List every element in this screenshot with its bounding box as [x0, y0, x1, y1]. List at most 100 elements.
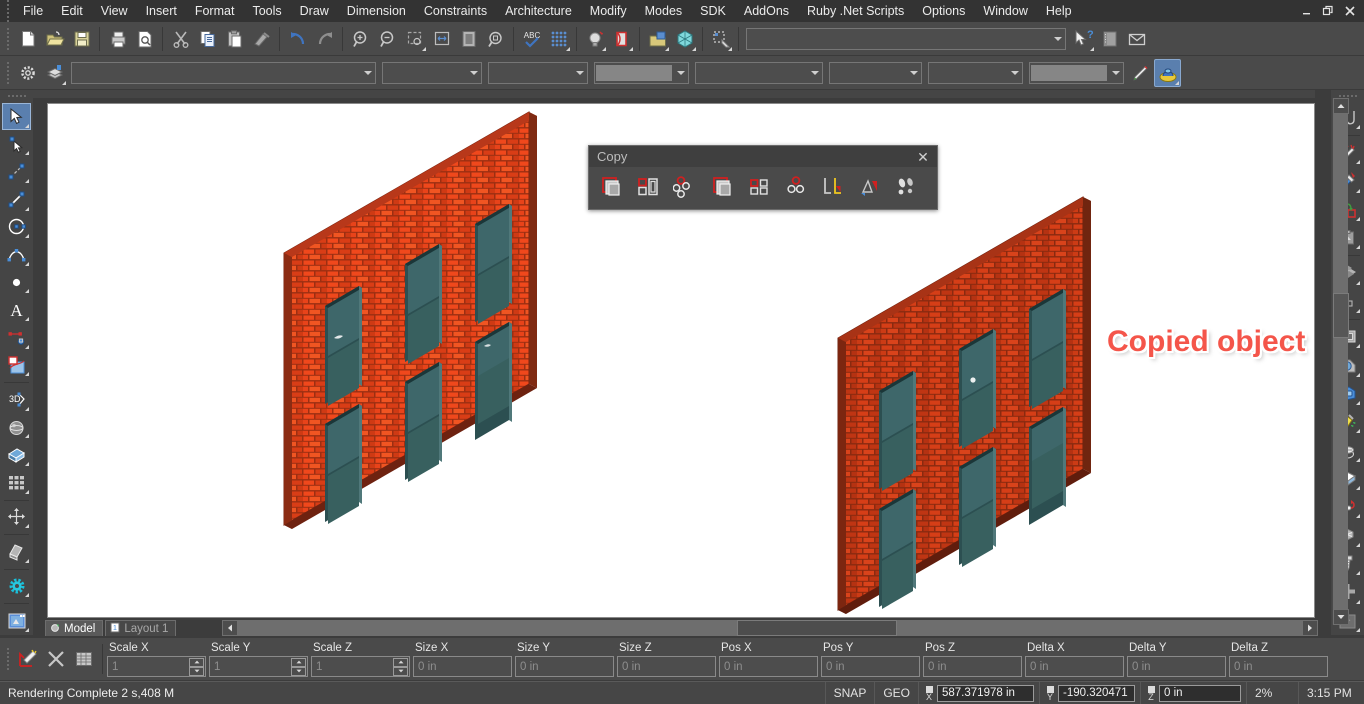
pencil-edit-icon[interactable] — [1127, 59, 1154, 87]
save-disk-icon[interactable] — [68, 25, 95, 53]
spinner-down-icon[interactable] — [393, 666, 408, 676]
text-tool-icon[interactable]: A — [2, 296, 31, 323]
scroll-down-button[interactable] — [1333, 609, 1349, 625]
horizontal-scrollbar[interactable] — [222, 620, 1318, 636]
property-value-scale-x[interactable]: 1 — [108, 661, 189, 673]
close-button[interactable] — [1340, 1, 1360, 21]
menu-item-insert[interactable]: Insert — [137, 0, 186, 22]
color-combo[interactable] — [382, 61, 482, 84]
spinner-down-icon[interactable] — [189, 666, 204, 676]
chevron-down-icon[interactable] — [466, 63, 481, 83]
property-input-size-y[interactable]: 0 in — [515, 656, 614, 677]
vertical-scroll-thumb[interactable] — [1333, 293, 1349, 338]
copy-circular-icon[interactable] — [778, 170, 815, 203]
layer-combo[interactable] — [71, 61, 376, 84]
node-select-icon[interactable] — [2, 131, 31, 158]
spinner-scale-y[interactable] — [291, 657, 306, 676]
menu-item-options[interactable]: Options — [913, 0, 974, 22]
scatter-copy-icon[interactable] — [889, 170, 926, 203]
chevron-down-icon[interactable] — [360, 63, 375, 83]
property-value-delta-x[interactable]: 0 in — [1026, 661, 1123, 673]
layers-icon[interactable] — [644, 25, 671, 53]
property-input-pos-y[interactable]: 0 in — [821, 656, 920, 677]
chevron-down-icon[interactable] — [1007, 63, 1022, 83]
dimstyle-combo[interactable] — [829, 61, 922, 84]
menu-item-addons[interactable]: AddOns — [735, 0, 798, 22]
line-tool-icon[interactable] — [2, 186, 31, 213]
menu-item-ruby-net-scripts[interactable]: Ruby .Net Scripts — [798, 0, 913, 22]
linetype-combo[interactable] — [488, 61, 588, 84]
restore-button[interactable] — [1318, 1, 1338, 21]
move-tool-icon[interactable] — [2, 504, 31, 531]
solid-box-icon[interactable] — [2, 441, 31, 468]
chevron-down-icon[interactable] — [673, 63, 688, 83]
coordinate-z-field[interactable]: Z 0 in — [1140, 681, 1246, 704]
tab-model[interactable]: Model — [45, 620, 104, 636]
palette-grip[interactable] — [5, 92, 28, 101]
pan-icon[interactable] — [482, 25, 509, 53]
menu-item-help[interactable]: Help — [1037, 0, 1081, 22]
chevron-down-icon[interactable] — [1050, 29, 1065, 49]
scroll-right-button[interactable] — [1302, 620, 1318, 636]
property-input-delta-y[interactable]: 0 in — [1127, 656, 1226, 677]
status-snap-toggle[interactable]: SNAP — [824, 681, 875, 704]
cancel-x-icon[interactable] — [42, 644, 70, 674]
property-value-size-x[interactable]: 0 in — [414, 661, 511, 673]
mirror-copy-icon[interactable] — [815, 170, 852, 203]
extrude-icon[interactable] — [2, 538, 31, 565]
copy-icon[interactable] — [194, 25, 221, 53]
material-combo[interactable] — [928, 61, 1023, 84]
copy-toolbar-window[interactable]: Copy ✕ — [588, 145, 938, 210]
property-value-size-z[interactable]: 0 in — [618, 661, 715, 673]
scroll-up-button[interactable] — [1333, 98, 1349, 114]
select-arrow-icon[interactable] — [2, 103, 31, 130]
coordinate-y-field[interactable]: Y -190.320471 — [1039, 681, 1140, 704]
transparency-combo-value[interactable] — [1031, 64, 1107, 81]
property-value-pos-y[interactable]: 0 in — [822, 661, 919, 673]
menu-item-view[interactable]: View — [92, 0, 137, 22]
spinner-up-icon[interactable] — [189, 657, 204, 667]
menu-item-modify[interactable]: Modify — [581, 0, 636, 22]
circle-tool-icon[interactable] — [2, 214, 31, 241]
property-value-pos-z[interactable]: 0 in — [924, 661, 1021, 673]
point-tool-icon[interactable] — [2, 269, 31, 296]
copy-radial-icon[interactable] — [667, 170, 704, 203]
help-cursor-icon[interactable]: ? — [1069, 25, 1096, 53]
menu-item-window[interactable]: Window — [974, 0, 1036, 22]
menu-item-file[interactable]: File — [14, 0, 52, 22]
print-icon[interactable] — [104, 25, 131, 53]
render-bulb-icon[interactable] — [581, 25, 608, 53]
paste-clipboard-icon[interactable] — [221, 25, 248, 53]
copy-grid-icon[interactable] — [741, 170, 778, 203]
layer-stack-icon[interactable] — [41, 59, 68, 87]
coord-z-value[interactable]: 0 in — [1159, 684, 1241, 702]
status-geo-toggle[interactable]: GEO — [874, 681, 918, 704]
menu-item-draw[interactable]: Draw — [291, 0, 338, 22]
spinner-scale-z[interactable] — [393, 657, 408, 676]
zoom-out-icon[interactable] — [374, 25, 401, 53]
settings-gear-icon[interactable] — [14, 59, 41, 87]
array-grid-icon[interactable] — [2, 469, 31, 496]
coord-x-value[interactable]: 587.371978 in — [937, 684, 1034, 702]
zoom-window-icon[interactable] — [401, 25, 428, 53]
property-input-scale-x[interactable]: 1 — [107, 656, 206, 677]
property-input-scale-z[interactable]: 1 — [311, 656, 410, 677]
transform-tool-icon[interactable] — [14, 644, 42, 674]
arc-spline-icon[interactable] — [2, 241, 31, 268]
zoom-level-indicator[interactable]: 2% — [1246, 681, 1298, 704]
spinner-up-icon[interactable] — [393, 657, 408, 667]
zoom-in-icon[interactable] — [347, 25, 374, 53]
property-value-scale-y[interactable]: 1 — [210, 661, 291, 673]
chevron-down-icon[interactable] — [572, 63, 587, 83]
lineweight-combo-value[interactable] — [596, 64, 672, 81]
property-value-size-y[interactable]: 0 in — [516, 661, 613, 673]
coordinate-x-field[interactable]: X 587.371978 in — [918, 681, 1039, 704]
property-input-size-z[interactable]: 0 in — [617, 656, 716, 677]
open-folder-icon[interactable] — [41, 25, 68, 53]
tab-layout-1[interactable]: 1 Layout 1 — [105, 620, 177, 636]
zoom-extents-icon[interactable] — [428, 25, 455, 53]
minimize-button[interactable] — [1296, 1, 1316, 21]
toolbar-grip[interactable] — [3, 25, 12, 52]
menu-item-architecture[interactable]: Architecture — [496, 0, 581, 22]
copy-single-icon[interactable] — [593, 170, 630, 203]
